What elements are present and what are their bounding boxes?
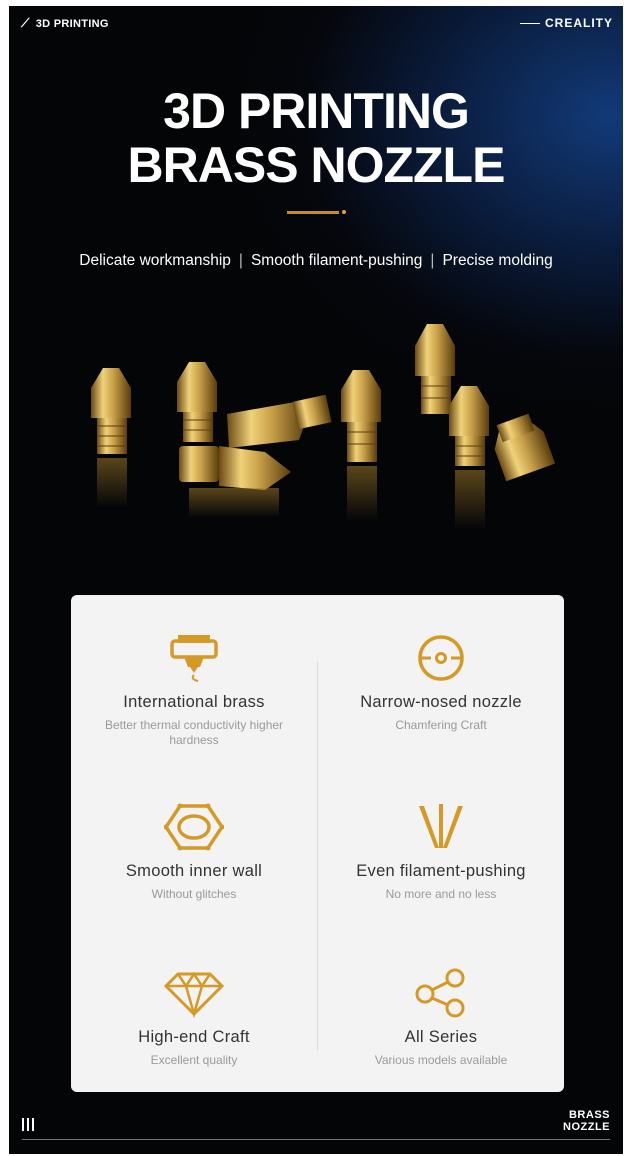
feature-title: Even filament-pushing [356,862,526,880]
slash-icon: ⟋ [21,16,30,30]
footer-divider [22,1139,610,1140]
nozzle-icon [170,635,218,682]
feature-tagline: Delicate workmanship | Smooth filament-pus… [79,252,553,269]
feature-title: High-end Craft [138,1028,250,1046]
pause-bars-icon [22,1118,34,1131]
feature-title: Smooth inner wall [125,862,263,880]
brand-line-icon [520,22,540,24]
title-line-1: 3D PRINTING [163,83,470,139]
share-nodes-icon [415,968,465,1018]
diamond-icon [164,971,224,1018]
target-circle-icon [418,635,464,681]
feature-cell-smooth-inner-wall: Smooth inner wall Without glitches [71,802,317,902]
footer-label: BRASS NOZZLE [563,1109,610,1133]
feature-subtitle: Excellent quality [150,1053,238,1067]
filament-lines-icon [419,804,463,848]
feature-title: All Series [404,1028,478,1046]
feature-cell-even-filament-pushing: Even filament-pushing No more and no les… [318,802,564,902]
accent-line [287,211,339,214]
feature-1: Delicate workmanship [79,252,231,269]
feature-3: Precise molding [442,252,553,269]
footer-label-line-2: NOZZLE [563,1121,610,1133]
feature-2: Smooth filament-pushing [250,252,423,269]
title-line-2: BRASS NOZZLE [127,137,506,193]
feature-cell-all-series: All Series Various models available [318,968,564,1068]
feature-cell-high-end-craft: High-end Craft Excellent quality [71,968,317,1068]
brand-logo: CREALITY [520,16,613,30]
brass-nozzles-image [91,324,556,530]
feature-subtitle: Chamfering Craft [395,718,487,732]
feature-title: Narrow-nosed nozzle [360,693,522,711]
features-card: International brass Better thermal condu… [71,595,564,1092]
product-page: ⟋ 3D PRINTING CREALITY 3D PRINTING BRASS… [9,6,623,1154]
feature-title: International brass [123,693,265,711]
section-label-text: 3D PRINTING [35,17,109,30]
footer-label-line-1: BRASS [568,1109,610,1121]
feature-subtitle: Better thermal conductivity higher hardn… [104,718,284,747]
page-title: 3D PRINTING BRASS NOZZLE [9,84,623,192]
brand-text: CREALITY [545,16,613,30]
accent-dot [342,210,346,214]
hexagon-nut-icon [164,803,224,851]
feature-subtitle: Without glitches [151,887,237,901]
feature-subtitle: No more and no less [385,887,497,901]
feature-cell-international-brass: International brass Better thermal condu… [71,633,317,748]
feature-cell-narrow-nosed-nozzle: Narrow-nosed nozzle Chamfering Craft [318,633,564,733]
feature-subtitle: Various models available [374,1053,508,1067]
section-label: ⟋ 3D PRINTING [21,16,109,31]
